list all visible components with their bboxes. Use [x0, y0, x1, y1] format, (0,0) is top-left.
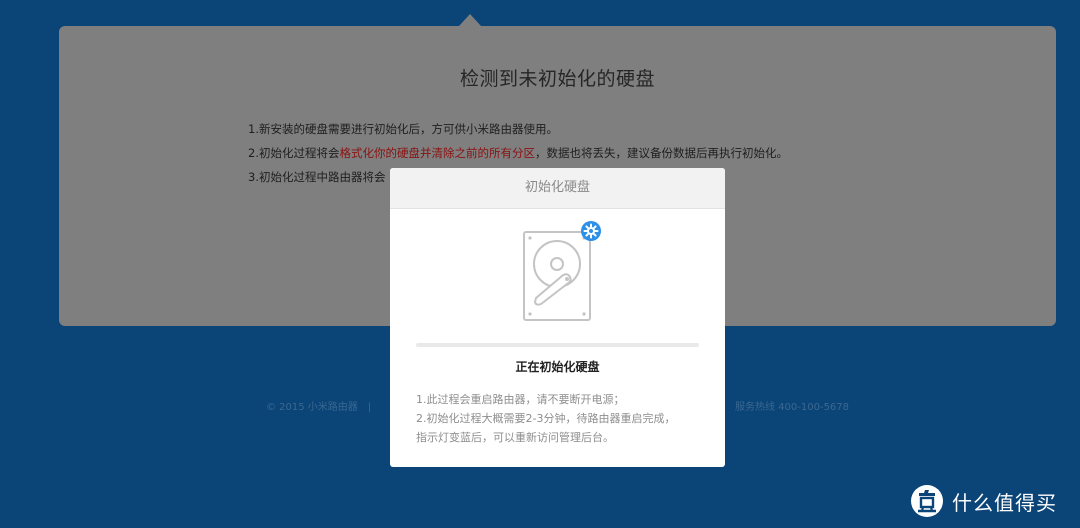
- tip-1: 1.此过程会重启路由器，请不要断开电源；: [416, 393, 625, 406]
- footer-separator: |: [367, 402, 372, 413]
- status-text: 正在初始化硬盘: [515, 360, 600, 374]
- panel-title: 检测到未初始化的硬盘: [459, 68, 655, 90]
- hard-disk-icon: [522, 220, 604, 324]
- gear-icon: [581, 221, 601, 241]
- init-disk-dialog: 初始化硬盘 正在初始化硬盘 1.此过程会重启路由器，请不要断开电源； 2.初始化…: [390, 168, 725, 467]
- tip-2: 2.初始化过程大概需要2-3分钟，待路由器重启完成，: [416, 412, 676, 425]
- tip-3: 指示灯变蓝后，可以重新访问管理后台。: [416, 431, 614, 444]
- init-progress-bar: [416, 343, 699, 347]
- panel-pointer: [459, 14, 481, 26]
- dialog-title: 初始化硬盘: [390, 168, 725, 209]
- watermark: 什么值得买: [910, 484, 1057, 518]
- footer-copyright: © 2015 小米路由器 |: [266, 402, 372, 413]
- footer-hotline: 服务热线 400-100-5678: [735, 402, 850, 413]
- note-1: 1.新安装的硬盘需要进行初始化后，方可供小米路由器使用。: [248, 122, 558, 136]
- format-warning: 格式化你的硬盘并清除之前的所有分区: [339, 146, 535, 160]
- zhi-logo-icon: [911, 485, 943, 517]
- note-2: 2.初始化过程将会格式化你的硬盘并清除之前的所有分区，数据也将丢失，建议备份数据…: [248, 146, 788, 160]
- tips-list: 1.此过程会重启路由器，请不要断开电源； 2.初始化过程大概需要2-3分钟，待路…: [416, 390, 675, 447]
- watermark-text: 什么值得买: [952, 490, 1057, 515]
